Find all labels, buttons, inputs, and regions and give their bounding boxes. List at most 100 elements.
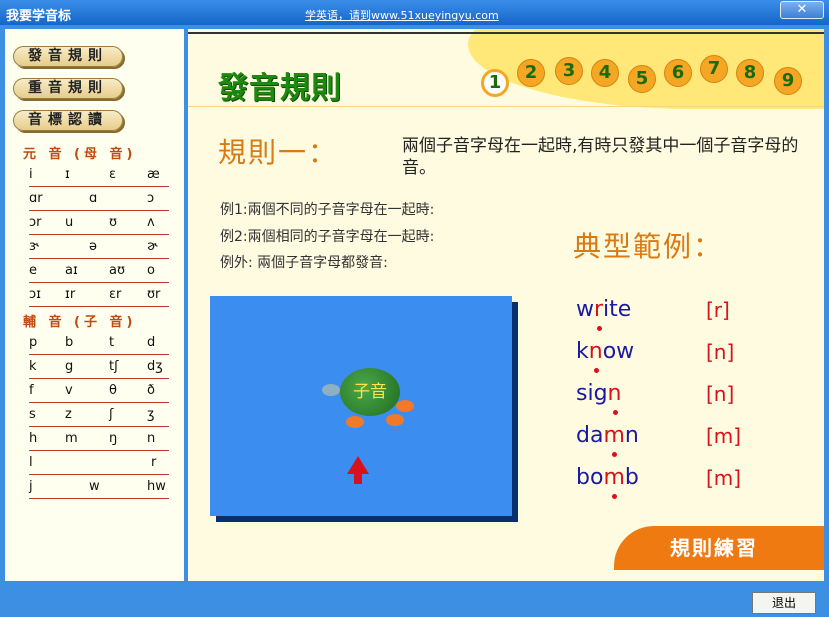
- silent-letter: m: [603, 423, 625, 457]
- consonant-symbol[interactable]: f: [29, 383, 34, 398]
- close-button[interactable]: ✕: [780, 1, 824, 19]
- vowel-symbol[interactable]: ɝ: [29, 239, 39, 254]
- vowel-symbol[interactable]: ɑr: [29, 191, 43, 206]
- vowel-symbol[interactable]: ɔɪ: [29, 287, 41, 302]
- example-1-link[interactable]: 例1:兩個不同的子音字母在一起時:: [220, 199, 434, 219]
- vowel-symbol[interactable]: ʊr: [147, 287, 160, 302]
- word-part: ite: [603, 297, 632, 322]
- silent-letter: r: [594, 297, 603, 331]
- consonant-symbol[interactable]: ŋ: [109, 431, 117, 446]
- turtle-leg: [346, 416, 364, 428]
- nav-stress-rules-button[interactable]: 重音規則: [13, 78, 123, 99]
- phonetic-symbol[interactable]: [n]: [706, 382, 734, 406]
- exit-button[interactable]: 退出: [752, 592, 816, 614]
- silent-marker-dot: [596, 326, 602, 331]
- lesson-number-7-button[interactable]: 7: [700, 55, 728, 83]
- vowel-symbol[interactable]: aʊ: [109, 263, 125, 278]
- consonant-symbol[interactable]: k: [29, 359, 37, 374]
- consonant-symbol[interactable]: ʃ: [109, 407, 113, 422]
- vowel-symbol[interactable]: ɪr: [65, 287, 75, 302]
- consonant-symbol[interactable]: v: [65, 383, 73, 398]
- app-title: 我要学音标: [6, 9, 72, 24]
- lesson-number-5-button[interactable]: 5: [628, 65, 656, 93]
- example-word[interactable]: bom b: [576, 465, 639, 499]
- vowel-symbol[interactable]: ʌ: [147, 215, 155, 230]
- consonant-symbol[interactable]: w: [89, 479, 100, 494]
- phonetic-symbol[interactable]: [m]: [706, 466, 741, 490]
- consonant-symbol[interactable]: θ: [109, 383, 117, 398]
- vowel-row: ɑr ɑ ɔ: [29, 191, 169, 211]
- example-exception-link[interactable]: 例外: 兩個子音字母都發音:: [220, 252, 388, 272]
- lesson-number-3-button[interactable]: 3: [555, 57, 583, 85]
- vowel-symbol[interactable]: ɚ: [147, 239, 158, 254]
- vowel-symbol[interactable]: aɪ: [65, 263, 78, 278]
- phonetic-symbol[interactable]: [r]: [706, 298, 730, 322]
- vowel-symbol[interactable]: ʊ: [109, 215, 117, 230]
- example-2-link[interactable]: 例2:兩個相同的子音字母在一起時:: [220, 226, 434, 246]
- vowel-symbol[interactable]: e: [29, 263, 37, 278]
- word-part: bo: [576, 465, 604, 490]
- animation-panel: 子音: [210, 296, 512, 516]
- word-part: sig: [576, 381, 608, 406]
- consonant-symbol[interactable]: n: [147, 431, 155, 446]
- vowel-symbol[interactable]: o: [147, 263, 155, 278]
- vowel-symbol[interactable]: ε: [109, 167, 116, 182]
- lesson-number-9-button[interactable]: 9: [774, 67, 802, 95]
- consonant-symbol[interactable]: ʒ: [147, 407, 155, 422]
- lesson-number-8-button[interactable]: 8: [736, 59, 764, 87]
- sidebar: 發音規則 重音規則 音標認讀 元 音 (母 音) i ɪ ε æ ɑr ɑ ɔ ɔr u ʊ ʌ ɝ ə…: [5, 29, 184, 581]
- consonant-symbol[interactable]: dʒ: [147, 359, 163, 374]
- consonant-symbol[interactable]: hw: [147, 479, 166, 494]
- consonant-symbol[interactable]: g: [65, 359, 73, 374]
- turtle-leg: [386, 414, 404, 426]
- word-part: n: [624, 423, 639, 448]
- consonant-row: j w hw: [29, 479, 169, 499]
- vowel-symbol[interactable]: ɑ: [89, 191, 97, 206]
- lesson-number-2-button[interactable]: 2: [517, 59, 545, 87]
- consonant-symbol[interactable]: r: [151, 455, 156, 470]
- vowel-symbol[interactable]: ɪ: [65, 167, 70, 182]
- lesson-number-4-button[interactable]: 4: [591, 59, 619, 87]
- silent-letter: n: [589, 339, 603, 373]
- consonant-symbol[interactable]: t: [109, 335, 114, 350]
- page-title: 發音規則: [218, 71, 342, 106]
- silent-marker-dot: [612, 410, 618, 415]
- rule-text: 兩個子音字母在一起時,有時只發其中一個子音字母的音。: [402, 136, 799, 178]
- consonant-symbol[interactable]: z: [65, 407, 72, 422]
- consonant-symbol[interactable]: j: [29, 479, 33, 494]
- vowel-symbol[interactable]: u: [65, 215, 73, 230]
- consonant-turtle[interactable]: 子音: [340, 368, 400, 416]
- rule-practice-button[interactable]: 規則練習: [614, 526, 824, 570]
- consonant-symbol[interactable]: h: [29, 431, 37, 446]
- consonant-symbol[interactable]: tʃ: [109, 359, 118, 374]
- consonant-symbol[interactable]: l: [29, 455, 33, 470]
- consonant-symbol[interactable]: d: [147, 335, 155, 350]
- vowel-symbol[interactable]: ɔ: [147, 191, 154, 206]
- vowel-symbol[interactable]: ɔr: [29, 215, 42, 230]
- vowel-section-heading: 元 音 (母 音): [23, 147, 137, 162]
- vowel-symbol[interactable]: æ: [147, 167, 160, 182]
- vowel-symbol[interactable]: i: [29, 167, 33, 182]
- main-panel: 發音規則 123456789 規則一： 兩個子音字母在一起時,有時只發其中一個子…: [188, 29, 824, 581]
- consonant-symbol[interactable]: m: [65, 431, 78, 446]
- nav-pronunciation-rules-button[interactable]: 發音規則: [13, 46, 123, 67]
- consonant-symbol[interactable]: b: [65, 335, 73, 350]
- consonant-symbol[interactable]: p: [29, 335, 37, 350]
- example-word[interactable]: kn ow: [576, 339, 634, 373]
- example-word[interactable]: wr ite: [576, 297, 632, 331]
- phonetic-symbol[interactable]: [n]: [706, 340, 734, 364]
- lesson-number-6-button[interactable]: 6: [664, 59, 692, 87]
- vowel-symbol[interactable]: εr: [109, 287, 121, 302]
- consonant-symbol[interactable]: s: [29, 407, 36, 422]
- nav-phonetic-reading-button[interactable]: 音標認讀: [13, 110, 123, 131]
- word-part: w: [576, 297, 594, 322]
- example-word[interactable]: sign: [576, 381, 622, 415]
- lesson-number-1-button[interactable]: 1: [481, 69, 509, 97]
- consonant-symbol[interactable]: ð: [147, 383, 155, 398]
- example-word[interactable]: dam n: [576, 423, 639, 457]
- site-link[interactable]: 学英语，请到www.51xueyingyu.com: [305, 7, 499, 23]
- phonetic-symbol[interactable]: [m]: [706, 424, 741, 448]
- vowel-row: e aɪ aʊ o: [29, 263, 169, 283]
- vowel-symbol[interactable]: ə: [89, 239, 97, 254]
- turtle-head: [322, 384, 340, 396]
